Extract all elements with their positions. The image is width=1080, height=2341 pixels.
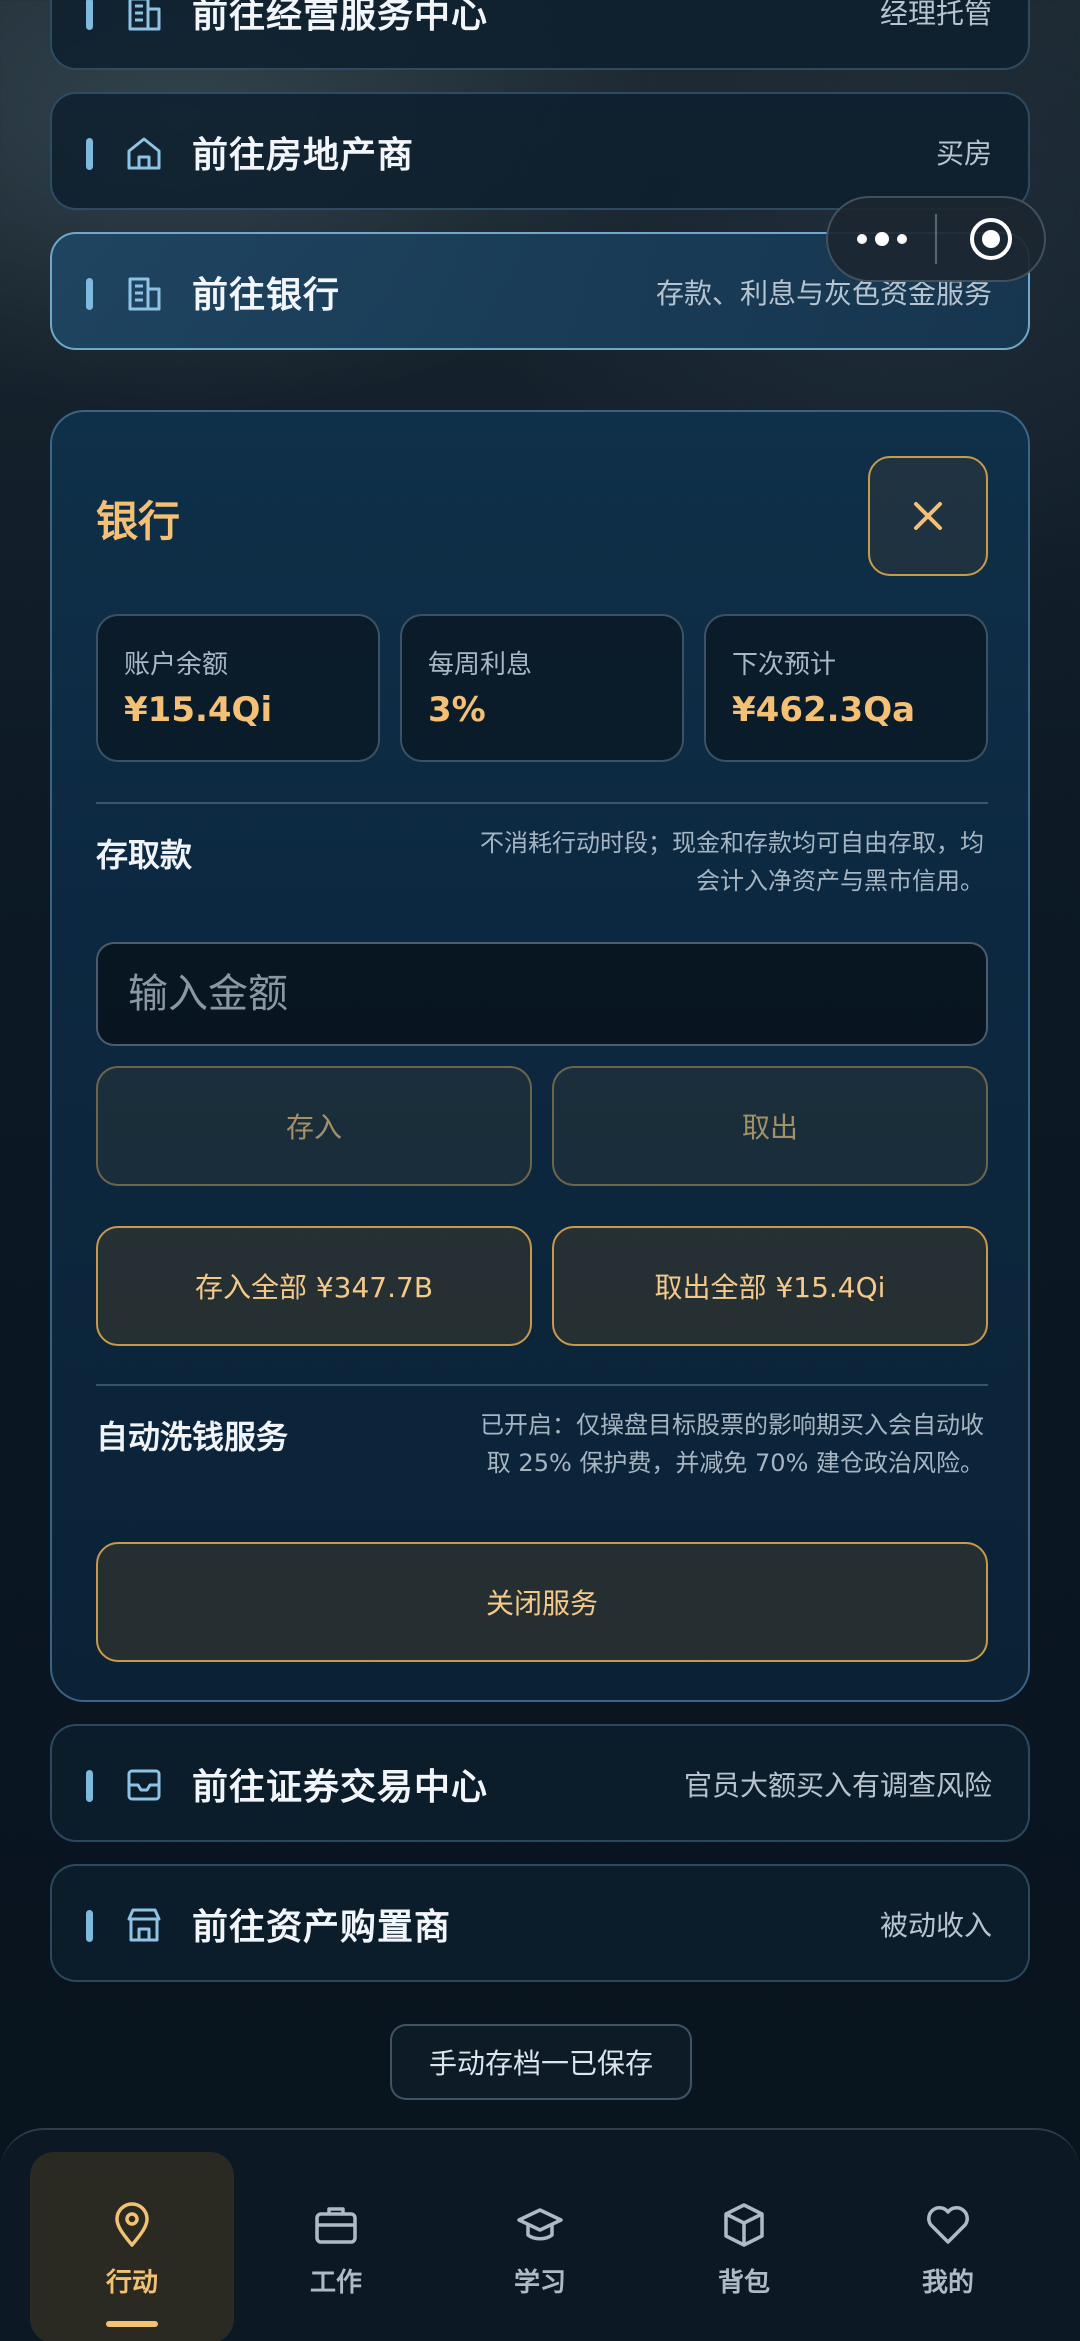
nav-card-real-estate[interactable]: 前往房地产商 买房	[50, 92, 1030, 210]
withdraw-button[interactable]: 取出	[552, 1066, 988, 1186]
withdraw-all-button[interactable]: 取出全部 ¥15.4Qi	[552, 1226, 988, 1346]
nav-card-note: 被动收入	[879, 1909, 992, 1942]
nav-card-note: 官员大额买入有调查风险	[683, 1769, 992, 1802]
deposit-section-desc: 不消耗行动时段；现金和存款均可自由存取，均会计入净资产与黑市信用。	[480, 829, 984, 895]
stat-value: 3%	[428, 690, 486, 730]
stat-next-estimate: 下次预计 ¥462.3Qa	[704, 614, 988, 762]
save-status-badge[interactable]: 手动存档一已保存	[390, 2024, 692, 2100]
stat-label: 账户余额	[124, 650, 229, 680]
stat-weekly-interest: 每周利息 3%	[400, 614, 684, 762]
tab-label: 我的	[921, 2268, 974, 2298]
deposit-button[interactable]: 存入	[96, 1066, 532, 1186]
deposit-all-button[interactable]: 存入全部 ¥347.7B	[96, 1226, 532, 1346]
bottom-tab-bar: 行动 工作 学习 背包 我的	[0, 2128, 1080, 2341]
nav-card-indicator	[86, 138, 93, 170]
tab-label: 背包	[717, 2268, 770, 2298]
nav-card-note: 经理托管	[879, 0, 992, 30]
close-miniprogram-button[interactable]	[937, 196, 1044, 282]
amount-input[interactable]	[96, 942, 988, 1046]
nav-card-asset-dealer[interactable]: 前往资产购置商 被动收入	[50, 1864, 1030, 1982]
active-tab-indicator	[106, 2321, 158, 2327]
bank-panel: 银行 账户余额 ¥15.4Qi 每周利息 3% 下次预计 ¥462.3Qa 存取…	[50, 410, 1030, 1702]
bank-building-icon	[124, 273, 164, 313]
nav-card-title: 前往资产购置商	[192, 1907, 452, 1948]
more-options-button[interactable]	[828, 196, 935, 282]
stat-value: ¥15.4Qi	[124, 690, 273, 730]
nav-card-title: 前往银行	[192, 275, 341, 316]
nav-card-title: 前往经营服务中心	[192, 0, 489, 36]
nav-card-title: 前往证券交易中心	[192, 1767, 489, 1808]
tab-label: 学习	[513, 2268, 566, 2298]
laundering-section-desc: 已开启：仅操盘目标股票的影响期买入会自动收取 25% 保护费，并减免 70% 建…	[480, 1411, 984, 1477]
stat-label: 下次预计	[732, 650, 837, 680]
nav-card-indicator	[86, 1770, 93, 1802]
more-dot-icon	[896, 234, 907, 244]
tab-action[interactable]: 行动	[30, 2152, 234, 2341]
section-divider	[96, 802, 988, 804]
tab-backpack[interactable]: 背包	[642, 2152, 846, 2341]
target-icon	[969, 218, 1012, 260]
tab-label: 工作	[309, 2268, 362, 2298]
close-icon	[914, 502, 942, 530]
mail-icon	[124, 1765, 164, 1805]
nav-card-indicator	[86, 1910, 93, 1942]
close-button[interactable]	[868, 456, 988, 576]
tab-mine[interactable]: 我的	[846, 2152, 1050, 2341]
mini-program-capsule	[826, 196, 1046, 282]
stat-account-balance: 账户余额 ¥15.4Qi	[96, 614, 380, 762]
nav-card-indicator	[86, 0, 93, 30]
tab-label: 行动	[105, 2268, 158, 2298]
package-icon	[719, 2200, 769, 2250]
nav-card-note: 买房	[935, 137, 992, 170]
more-dot-icon	[874, 232, 889, 246]
laundering-section-title: 自动洗钱服务	[96, 1418, 289, 1456]
location-pin-icon	[107, 2200, 157, 2250]
stat-label: 每周利息	[428, 650, 533, 680]
nav-card-title: 前往房地产商	[192, 135, 415, 176]
section-divider	[96, 1384, 988, 1386]
close-service-button[interactable]: 关闭服务	[96, 1542, 988, 1662]
graduation-cap-icon	[515, 2200, 565, 2250]
house-icon	[124, 133, 164, 173]
tab-study[interactable]: 学习	[438, 2152, 642, 2341]
nav-card-business-center[interactable]: 前往经营服务中心 经理托管	[50, 0, 1030, 70]
briefcase-icon	[311, 2200, 361, 2250]
heart-icon	[923, 2200, 973, 2250]
more-dot-icon	[856, 234, 867, 244]
building-icon	[124, 0, 164, 33]
tab-work[interactable]: 工作	[234, 2152, 438, 2341]
nav-card-indicator	[86, 278, 93, 310]
store-icon	[124, 1905, 164, 1945]
deposit-section-title: 存取款	[96, 836, 193, 874]
bank-title: 银行	[96, 497, 181, 546]
stat-value: ¥462.3Qa	[732, 690, 916, 730]
nav-card-securities[interactable]: 前往证券交易中心 官员大额买入有调查风险	[50, 1724, 1030, 1842]
